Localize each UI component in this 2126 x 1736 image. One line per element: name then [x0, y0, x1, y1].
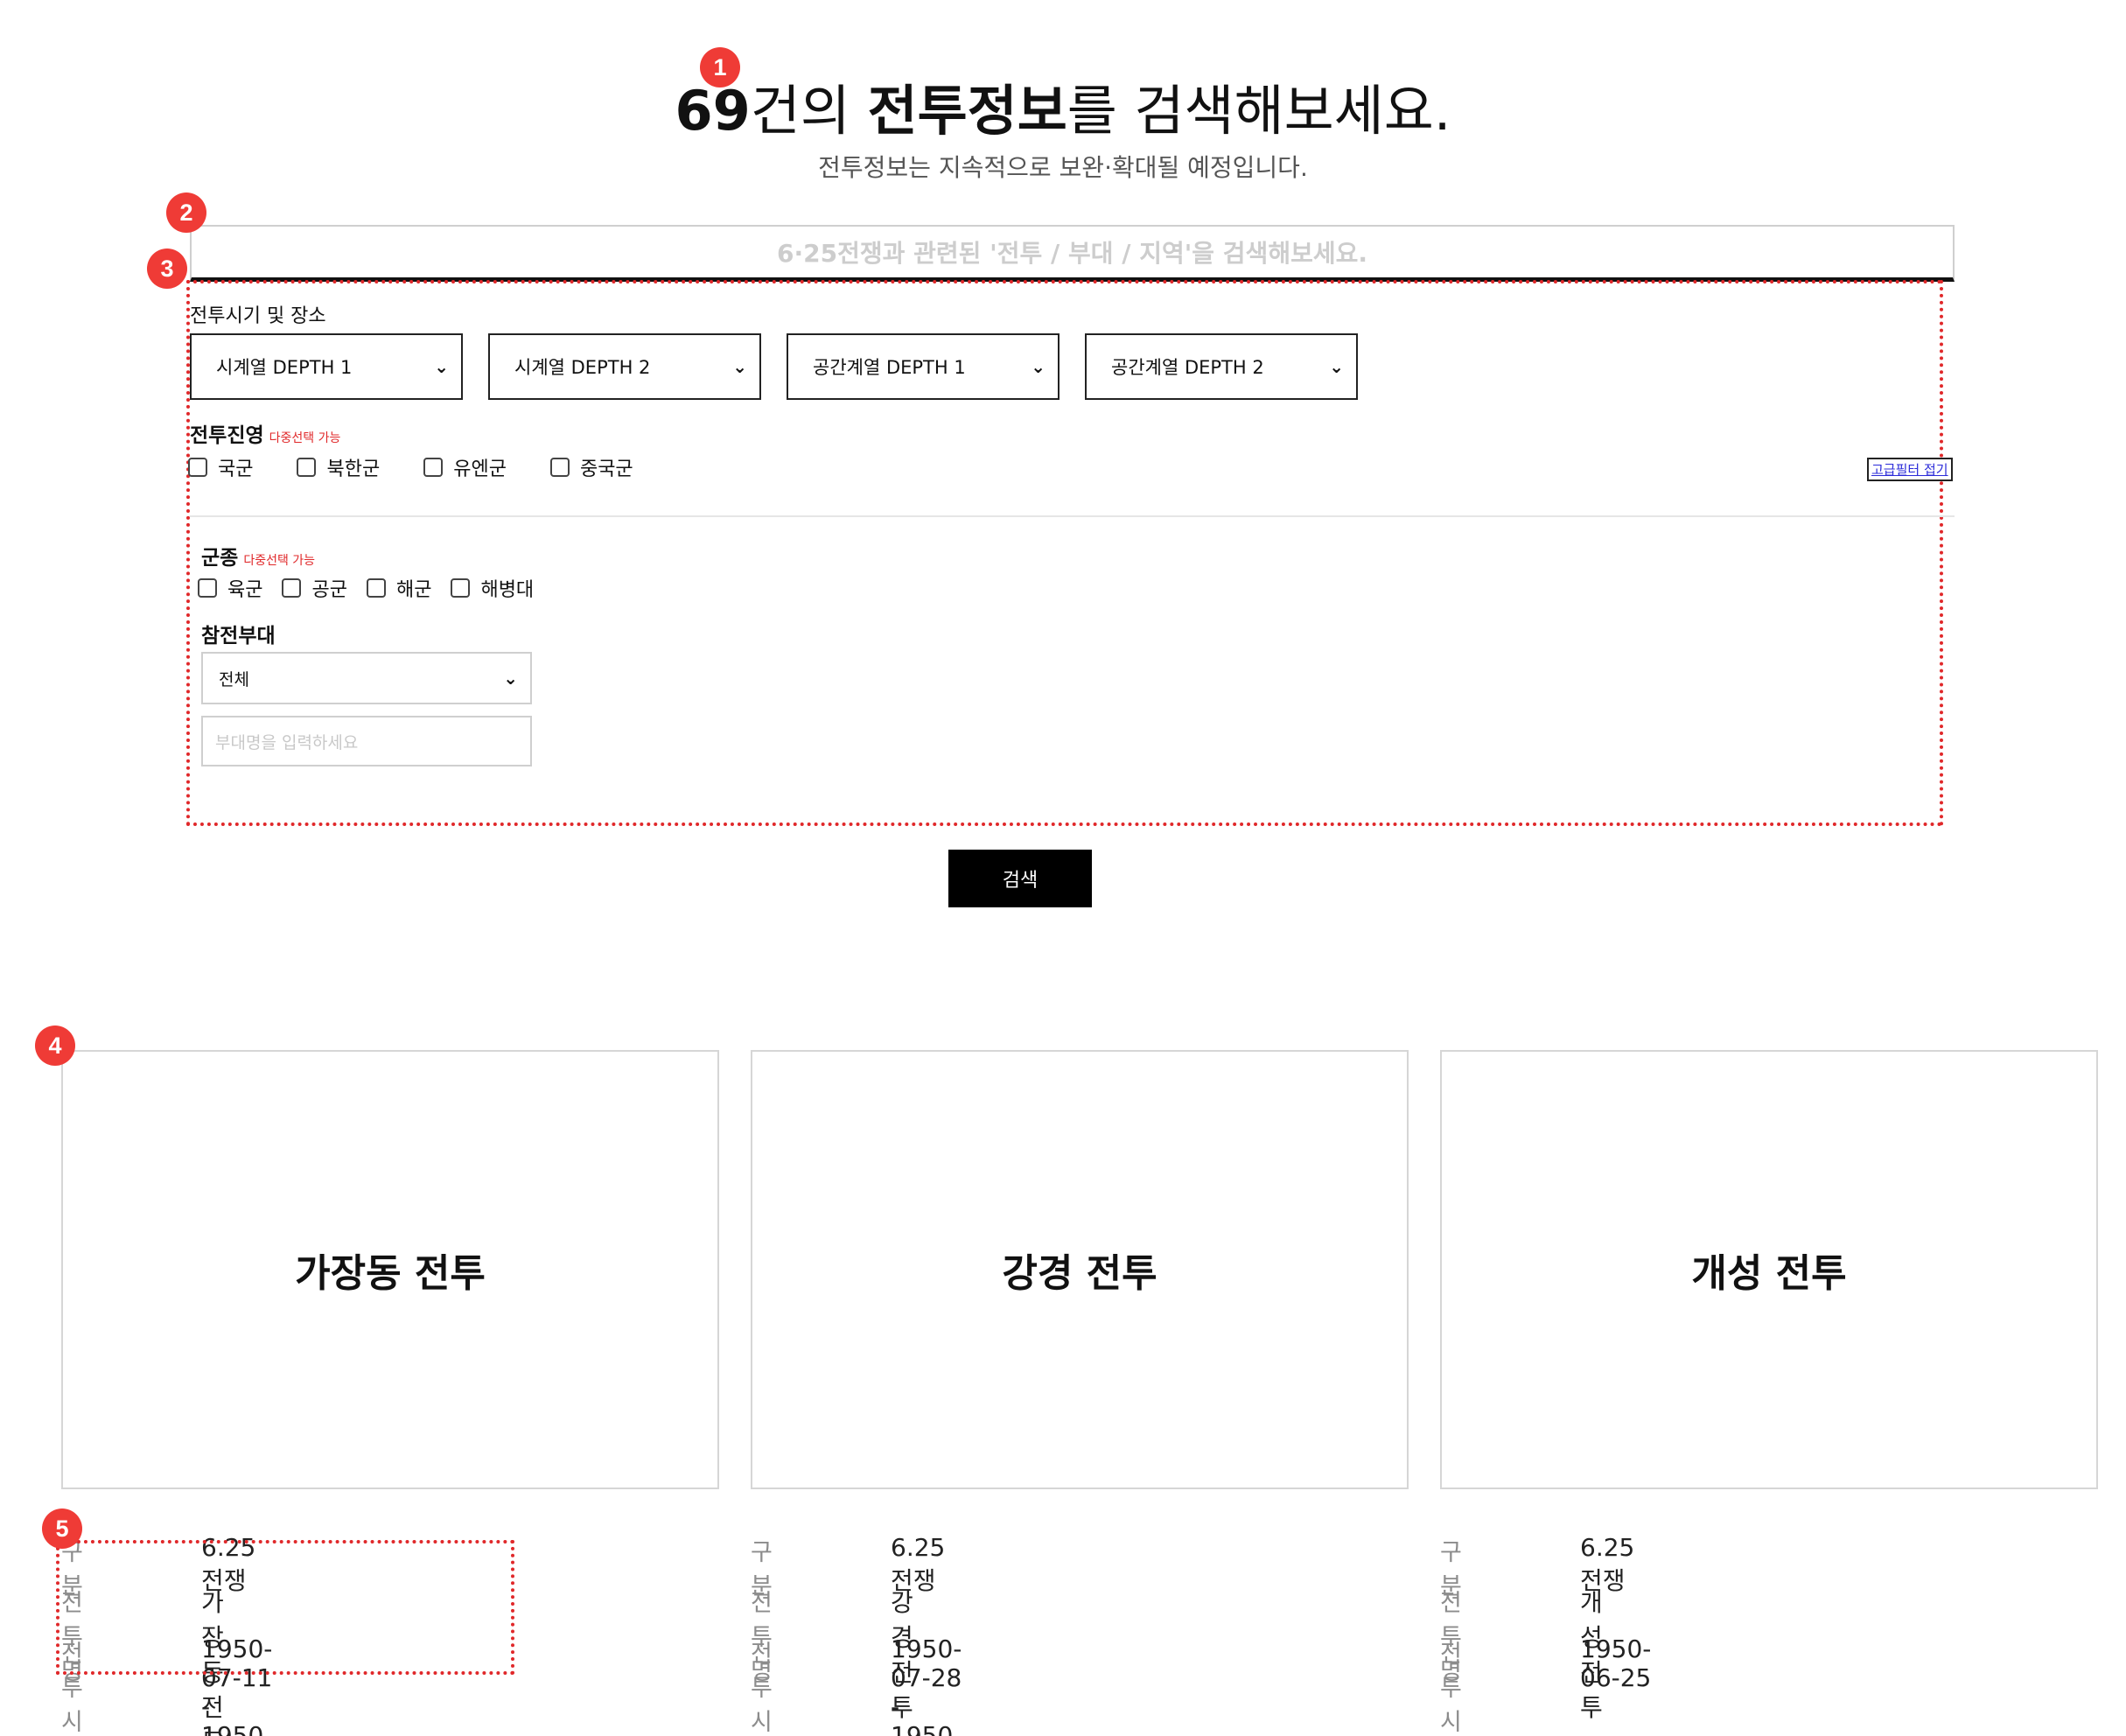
camp-checkbox-china[interactable]: 중국군 [549, 453, 633, 481]
camp-label: 전투진영 다중선택 가능 [190, 424, 341, 447]
annotation-badge-3: 3 [147, 248, 187, 289]
checkbox-box[interactable] [282, 578, 302, 598]
card-title: 강경 전투 [1002, 1251, 1157, 1296]
filter-divider [190, 515, 1955, 517]
branch-checkbox-airforce[interactable]: 공군 [282, 574, 347, 602]
annotation-badge-1: 1 [700, 47, 740, 88]
page-subtitle: 전투정보는 지속적으로 보완·확대될 예정입니다. [818, 153, 1308, 182]
meta-label-period: 전투시기 [1440, 1641, 1462, 1736]
branch-label: 군종 다중선택 가능 [201, 547, 316, 570]
result-card[interactable]: 강경 전투 [751, 1050, 1409, 1489]
chevron-down-icon: ⌄ [1329, 356, 1344, 377]
meta-highlight-box [56, 1540, 514, 1675]
checkbox-box[interactable] [198, 578, 217, 598]
camp-checkboxes: 국군 북한군 유엔군 중국군 [188, 453, 633, 481]
meta-period: 1950-06-25 [1580, 1634, 1652, 1692]
result-card[interactable]: 개성 전투 [1440, 1050, 2098, 1489]
camp-checkbox-rok[interactable]: 국군 [188, 453, 253, 481]
annotation-badge-2: 2 [166, 192, 206, 233]
chevron-down-icon: ⌄ [1031, 356, 1046, 377]
page-title: 69건의 전투정보를 검색해보세요. [675, 79, 1451, 143]
checkbox-box[interactable] [549, 458, 570, 477]
meta-label-period: 전투시기 [751, 1641, 773, 1736]
chevron-down-icon: ⌄ [732, 356, 747, 377]
period-place-label: 전투시기 및 장소 [190, 305, 326, 327]
unit-select[interactable]: 전체 ⌄ [201, 652, 532, 704]
collapse-advanced-filter-link[interactable]: 고급필터 접기 [1867, 458, 1953, 481]
branch-checkboxes: 육군 공군 해군 해병대 [198, 574, 534, 602]
checkbox-box[interactable] [188, 458, 207, 477]
result-count: 69 [675, 79, 751, 143]
card-title: 가장동 전투 [295, 1251, 486, 1296]
multi-select-note: 다중선택 가능 [269, 431, 341, 445]
meta-period: 1950-07-28 - 1950-07-31 [891, 1634, 962, 1736]
camp-checkbox-nk[interactable]: 북한군 [297, 453, 380, 481]
checkbox-box[interactable] [297, 458, 317, 477]
checkbox-box[interactable] [423, 458, 444, 477]
time-depth1-select[interactable]: 시계열 DEPTH 1 ⌄ [190, 333, 463, 400]
chevron-down-icon: ⌄ [503, 668, 518, 689]
branch-checkbox-army[interactable]: 육군 [198, 574, 262, 602]
multi-select-note: 다중선택 가능 [243, 554, 316, 568]
space-depth2-select[interactable]: 공간계열 DEPTH 2 ⌄ [1085, 333, 1358, 400]
unit-name-input[interactable]: 부대명을 입력하세요 [201, 716, 532, 766]
checkbox-box[interactable] [366, 578, 386, 598]
time-depth2-select[interactable]: 시계열 DEPTH 2 ⌄ [488, 333, 761, 400]
branch-checkbox-navy[interactable]: 해군 [366, 574, 431, 602]
annotation-badge-5: 5 [42, 1508, 82, 1549]
unit-label: 참전부대 [201, 625, 276, 648]
annotation-badge-4: 4 [35, 1026, 75, 1066]
search-button[interactable]: 검색 [948, 850, 1092, 907]
checkbox-box[interactable] [451, 578, 471, 598]
space-depth1-select[interactable]: 공간계열 DEPTH 1 ⌄ [787, 333, 1060, 400]
result-card[interactable]: 가장동 전투 [61, 1050, 719, 1489]
search-input[interactable]: 6·25전쟁과 관련된 '전투 / 부대 / 지역'을 검색해보세요. [190, 225, 1955, 282]
chevron-down-icon: ⌄ [434, 356, 449, 377]
camp-checkbox-un[interactable]: 유엔군 [423, 453, 507, 481]
card-title: 개성 전투 [1691, 1251, 1847, 1296]
branch-checkbox-marines[interactable]: 해병대 [451, 574, 534, 602]
